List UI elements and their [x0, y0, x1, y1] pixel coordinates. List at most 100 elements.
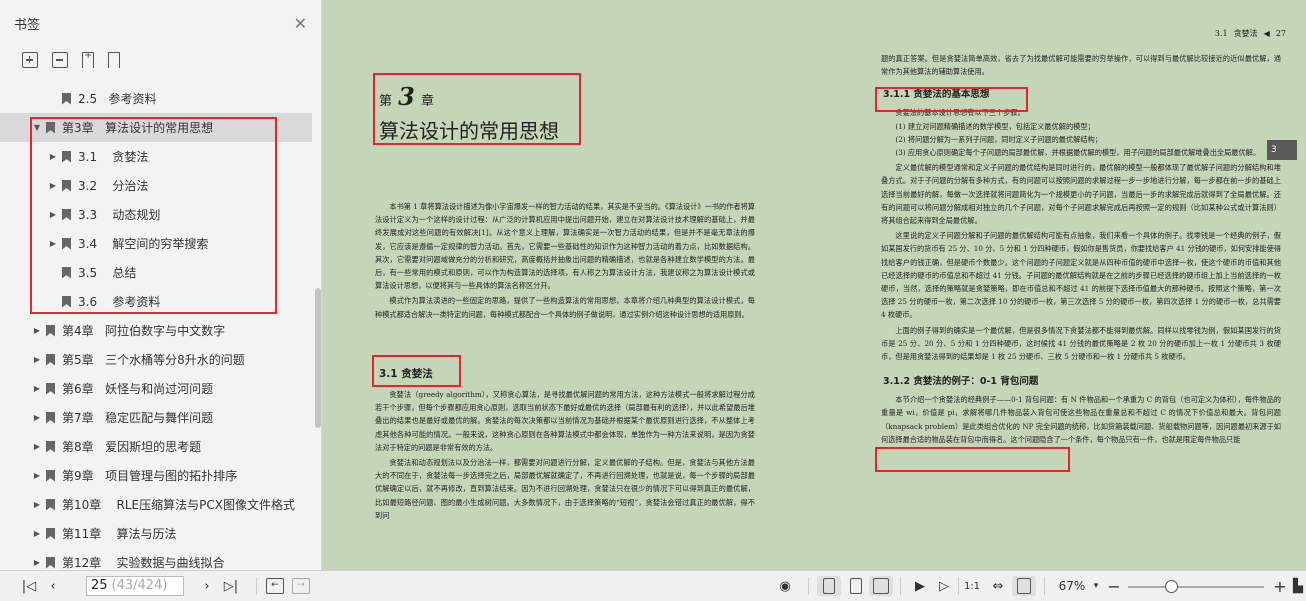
expand-arrow-icon[interactable]: ▶ — [48, 239, 58, 248]
running-header: 3.1 贪婪法 ◀ 27 — [1209, 28, 1286, 39]
bookmark-item[interactable]: ▶ 第6章 妖怪与和尚过河问题 — [0, 374, 312, 403]
right-body: 题的真正答案。但是贪婪法简单高效，省去了为找最优解可能需要的穷举操作，可以得到与… — [881, 52, 1281, 446]
bookmark-item[interactable]: ▶ 第9章 项目管理与图的拓扑排序 — [0, 461, 312, 490]
bookmark-label: 3.1 贪婪法 — [78, 150, 149, 164]
expand-arrow-icon[interactable]: ▶ — [32, 529, 42, 538]
right-page: 3.1 贪婪法 ◀ 27 题的真正答案。但是贪婪法简单高效，省去了为找最优解可能需要的… — [803, 0, 1298, 570]
bookmark-sidebar: 书签 ✕ 2.5 参考资料 ▼ 第3章 算法设计的常用思想 ▶ 3.1 贪婪法 ▶ 3.2 … — [0, 0, 322, 570]
fullscreen-icon[interactable]: ▷ — [934, 576, 954, 596]
zoom-in-icon[interactable]: + — [1272, 576, 1288, 596]
bookmark-label: 第9章 项目管理与图的拓扑排序 — [62, 469, 238, 483]
chapter-no: 3 — [398, 82, 415, 111]
bookmark-item[interactable]: ▶ 3.2 分治法 — [0, 171, 312, 200]
expand-arrow-icon[interactable]: ▶ — [32, 558, 42, 567]
page-tab[interactable]: 3 — [1267, 140, 1297, 160]
left-body: 本书第 1 章将算法设计描述为像小宇宙爆发一样的智力活动的结果，其实是不妥当的。… — [375, 200, 755, 321]
bookmark-icon — [62, 179, 71, 192]
paragraph: 本书第 1 章将算法设计描述为像小宇宙爆发一样的智力活动的结果，其实是不妥当的。… — [375, 202, 755, 291]
back-icon[interactable]: ← — [266, 576, 284, 596]
paragraph: 贪婪法的基本设计思想有以下三个步骤。 — [895, 108, 1025, 118]
expand-arrow-icon[interactable]: ▶ — [48, 152, 58, 161]
bookmark-icon[interactable] — [108, 52, 120, 68]
zoom-level[interactable]: 67% — [1052, 576, 1092, 596]
bookmark-icon — [46, 527, 55, 540]
bookmark-item[interactable]: ▶ 第7章 稳定匹配与舞伴问题 — [0, 403, 312, 432]
two-page-icon[interactable] — [869, 576, 893, 596]
step-item: (2) 将问题分解为一系列子问题，同时定义子问题的最优解结构； — [895, 134, 1102, 144]
zoom-out-icon[interactable]: − — [1106, 576, 1122, 596]
bookmark-label: 3.3 动态规划 — [78, 208, 161, 222]
zoom-slider-handle[interactable] — [1165, 580, 1178, 593]
bookmark-item[interactable]: ▶ 3.4 解空间的穷举搜索 — [0, 229, 312, 258]
header-title: 贪婪法 — [1233, 29, 1258, 38]
add-bookmark-icon[interactable] — [82, 50, 94, 68]
bookmark-label: 3.2 分治法 — [78, 179, 149, 193]
section-title: 3.1 贪婪法 — [379, 368, 433, 380]
bookmark-item[interactable]: 3.6 参考资料 — [0, 287, 312, 316]
eye-protection-icon[interactable]: ◉ — [775, 576, 795, 596]
chapter-number: 第 3 章 — [379, 82, 559, 111]
next-page-icon[interactable]: › — [198, 576, 216, 596]
close-icon[interactable]: ✕ — [294, 14, 307, 33]
bookmark-item[interactable]: ▶ 第4章 阿拉伯数字与中文数字 — [0, 316, 312, 345]
bookmark-label: 第10章 RLE压缩算法与PCX图像文件格式 — [62, 498, 295, 512]
paragraph: 贪婪法和动态规划法以及分治法一样，都需要对问题进行分解，定义最优解的子结构。但是… — [375, 458, 755, 520]
bookmark-icon — [46, 121, 55, 134]
sidebar-scrollbar[interactable] — [315, 288, 321, 428]
bookmark-label: 第3章 算法设计的常用思想 — [62, 121, 214, 135]
single-page-icon[interactable] — [817, 576, 841, 596]
bookmark-label: 第12章 实验数据与曲线拟合 — [62, 556, 225, 570]
fit-width-icon[interactable]: ⇔ — [988, 576, 1008, 596]
expand-arrow-icon[interactable]: ▶ — [48, 181, 58, 190]
bookmark-item[interactable]: ▶ 第5章 三个水桶等分8升水的问题 — [0, 345, 312, 374]
bookmark-item[interactable]: ▶ 第8章 爱因斯坦的思考题 — [0, 432, 312, 461]
prev-page-icon[interactable]: ‹ — [44, 576, 62, 596]
paragraph: 模式作为算法演进的一些固定的思路，提供了一些构造算法的常用思想，本章将介绍几种典… — [375, 296, 755, 319]
forward-icon[interactable]: → — [292, 576, 310, 596]
bookmark-icon — [46, 382, 55, 395]
step-item: (3) 应用贪心原则确定每个子问题的局部最优解，并根据最优解的模型，用子问题的局… — [895, 148, 1261, 158]
bookmark-item[interactable]: 3.5 总结 — [0, 258, 312, 287]
zoom-slider[interactable] — [1128, 586, 1264, 588]
zoom-dropdown-icon[interactable]: ▾ — [1090, 576, 1102, 596]
bookmark-item[interactable]: ▶ 3.3 动态规划 — [0, 200, 312, 229]
bookmark-tree: 2.5 参考资料 ▼ 第3章 算法设计的常用思想 ▶ 3.1 贪婪法 ▶ 3.2 分治法 ▶ 3… — [0, 84, 312, 577]
fit-page-icon[interactable] — [1012, 576, 1036, 596]
bookmark-label: 3.4 解空间的穷举搜索 — [78, 237, 209, 251]
bookmark-item[interactable]: ▼ 第3章 算法设计的常用思想 — [0, 113, 312, 142]
first-page-icon[interactable]: |◁ — [20, 576, 38, 596]
chapter-heading: 第 3 章 算法设计的常用思想 — [379, 82, 559, 144]
expand-arrow-icon[interactable]: ▶ — [32, 326, 42, 335]
bookmark-label: 第11章 算法与历法 — [62, 527, 177, 541]
bookmark-item[interactable]: 2.5 参考资料 — [0, 84, 312, 113]
bookmark-item[interactable]: ▶ 第10章 RLE压缩算法与PCX图像文件格式 — [0, 490, 312, 519]
bookmark-item[interactable]: ▶ 3.1 贪婪法 — [0, 142, 312, 171]
bookmark-icon — [62, 266, 71, 279]
play-icon[interactable]: ▶ — [910, 576, 930, 596]
page-current: 25 — [91, 578, 108, 593]
paragraph: 定义最优解的模型通常和定义子问题的最优结构是同时进行的，最优解的模型一般都体现了… — [881, 163, 1281, 226]
expand-bookmark-icon[interactable] — [22, 52, 38, 68]
document-view: 第 3 章 算法设计的常用思想 本书第 1 章将算法设计描述为像小宇宙爆发一样的… — [323, 0, 1306, 570]
expand-arrow-icon[interactable]: ▶ — [32, 471, 42, 480]
collapse-bookmark-icon[interactable] — [52, 52, 68, 68]
expand-arrow-icon[interactable]: ▶ — [32, 500, 42, 509]
paragraph: 本节介绍一个贪婪法的经典例子——0-1 背包问题：有 N 件物品和一个承重为 C… — [881, 395, 1281, 444]
bookmark-icon — [46, 498, 55, 511]
expand-arrow-icon[interactable]: ▶ — [32, 442, 42, 451]
bookmark-item[interactable]: ▶ 第11章 算法与历法 — [0, 519, 312, 548]
actual-size-icon[interactable]: 1:1 — [962, 576, 982, 596]
continuous-page-icon[interactable] — [846, 576, 866, 596]
expand-arrow-icon[interactable]: ▶ — [32, 413, 42, 422]
status-toolbar: |◁ ‹ 25 (43/424) › ▷| ← → ◉ ▶ ▷ 1:1 ⇔ 67… — [0, 570, 1306, 601]
collapse-arrow-icon[interactable]: ▼ — [32, 123, 42, 132]
bookmark-label: 第5章 三个水桶等分8升水的问题 — [62, 353, 245, 367]
expand-arrow-icon[interactable]: ▶ — [32, 384, 42, 393]
expand-arrow-icon[interactable]: ▶ — [48, 210, 58, 219]
bookmark-icon — [46, 324, 55, 337]
resize-grip-icon[interactable]: ▙ — [1292, 576, 1304, 596]
paragraph: 这里说的定义子问题分解和子问题的最优解结构可能有点抽象，我们来看一个具体的例子。… — [881, 231, 1281, 320]
last-page-icon[interactable]: ▷| — [222, 576, 240, 596]
expand-arrow-icon[interactable]: ▶ — [32, 355, 42, 364]
page-number-input[interactable]: 25 (43/424) — [86, 576, 184, 596]
